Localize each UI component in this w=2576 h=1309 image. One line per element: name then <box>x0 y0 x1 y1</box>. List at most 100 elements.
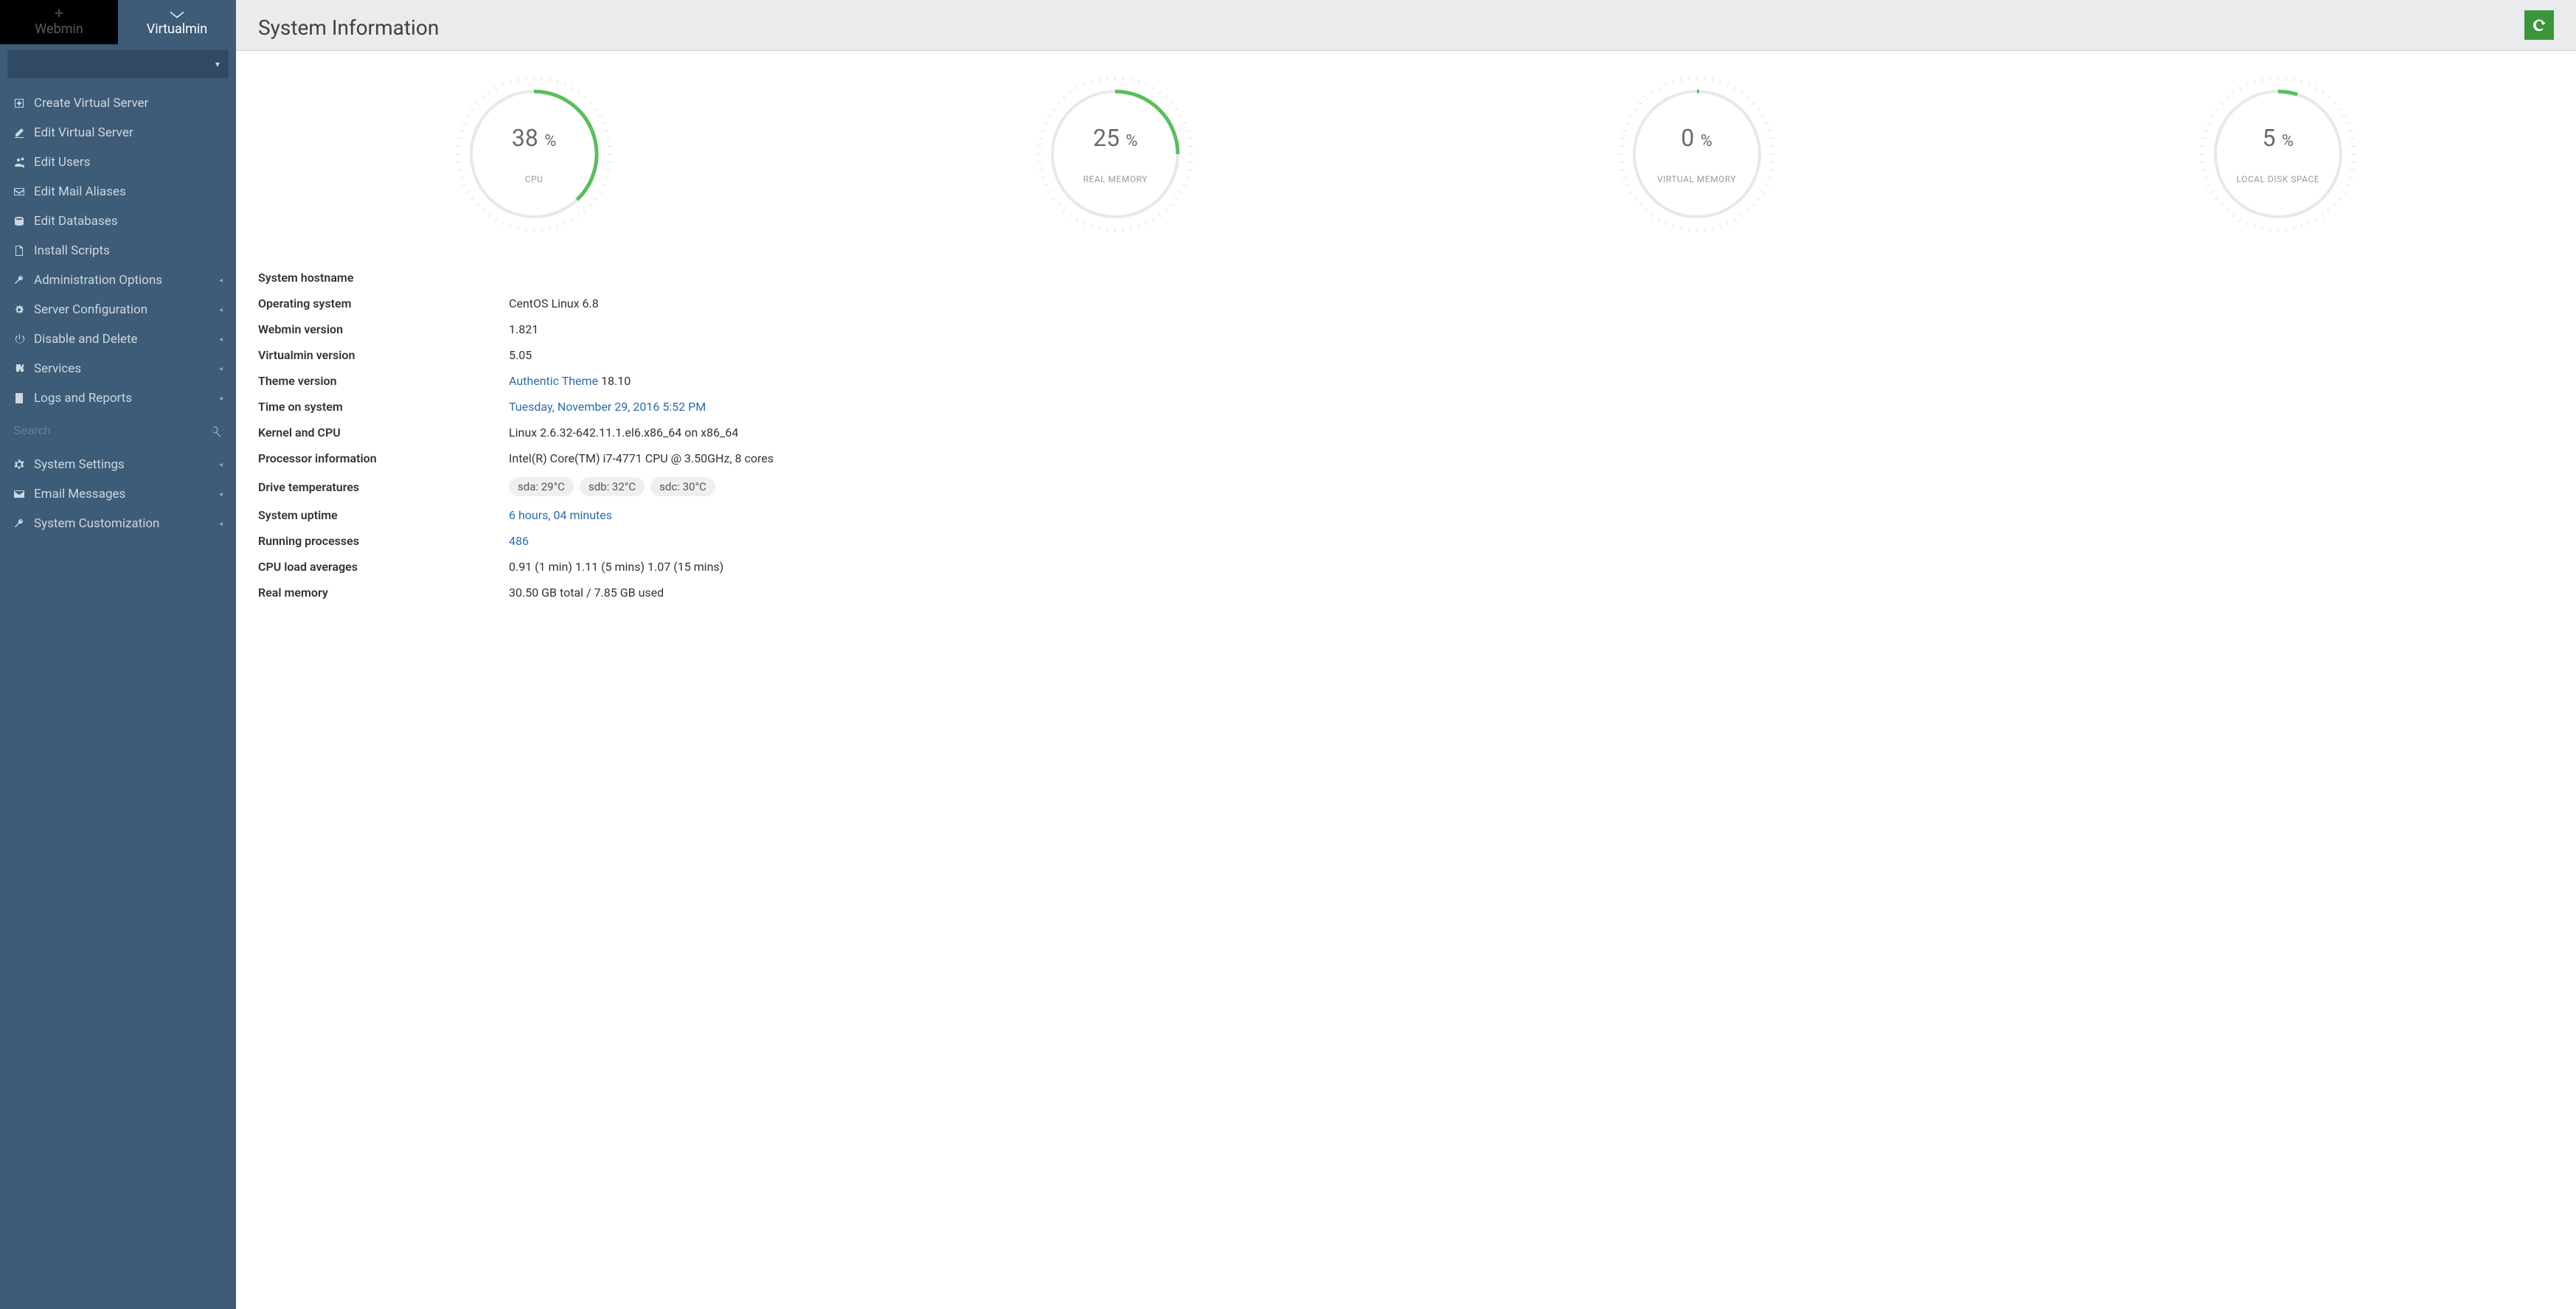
nav-system-settings[interactable]: System Settings ◂ <box>0 450 236 479</box>
label-uptime: System uptime <box>258 508 509 522</box>
wrench-icon <box>13 274 25 286</box>
nav-administration-options[interactable]: Administration Options ◂ <box>0 265 236 295</box>
value-drives: sda: 29°C sdb: 32°C sdc: 30°C <box>509 477 721 496</box>
server-dropdown[interactable] <box>7 50 229 78</box>
label-kernel: Kernel and CPU <box>258 426 509 440</box>
search-box <box>0 417 236 445</box>
nav-edit-virtual-server[interactable]: Edit Virtual Server <box>0 118 236 147</box>
label-hostname: System hostname <box>258 271 509 285</box>
value-webmin: 1.821 <box>509 322 538 336</box>
nav-edit-users[interactable]: Edit Users <box>0 147 236 177</box>
nav-disable-delete[interactable]: Disable and Delete ◂ <box>0 324 236 354</box>
nav-email-messages[interactable]: Email Messages ◂ <box>0 479 236 509</box>
nav-label: Edit Virtual Server <box>34 125 133 140</box>
nav-label: Create Virtual Server <box>34 96 148 111</box>
nav-system-customization[interactable]: System Customization ◂ <box>0 509 236 538</box>
envelope-icon <box>13 488 25 500</box>
tab-virtualmin[interactable]: Virtualmin <box>118 0 236 44</box>
label-drives: Drive temperatures <box>258 480 509 494</box>
caret-left-icon: ◂ <box>219 520 223 528</box>
drive-temp-badge: sdc: 30°C <box>650 477 715 496</box>
caret-left-icon: ◂ <box>219 461 223 469</box>
drive-temp-badge: sdb: 32°C <box>580 477 645 496</box>
gauge-real-memory: 25 % REAL MEMORY <box>839 73 1391 235</box>
value-mem: 30.50 GB total / 7.85 GB used <box>509 586 664 600</box>
gauge-label: LOCAL DISK SPACE <box>2237 174 2319 184</box>
nav-label: System Settings <box>34 457 125 472</box>
nav-server-configuration[interactable]: Server Configuration ◂ <box>0 295 236 324</box>
gauge-value: 0 % <box>1681 124 1712 152</box>
nav-edit-databases[interactable]: Edit Databases <box>0 206 236 236</box>
value-theme: Authentic Theme 18.10 <box>509 374 631 388</box>
value-cpu: Intel(R) Core(TM) i7-4771 CPU @ 3.50GHz,… <box>509 451 774 465</box>
value-uptime[interactable]: 6 hours, 04 minutes <box>509 508 612 522</box>
nav-label: Services <box>34 361 81 376</box>
nav-logs-reports[interactable]: Logs and Reports ◂ <box>0 383 236 413</box>
nav-label: System Customization <box>34 516 159 531</box>
label-time: Time on system <box>258 400 509 414</box>
topbar: System Information <box>236 0 2576 51</box>
nav-label: Email Messages <box>34 487 125 501</box>
gauge-label: CPU <box>525 174 544 184</box>
label-theme: Theme version <box>258 374 509 388</box>
nav-label: Install Scripts <box>34 243 110 258</box>
gauge-value: 25 % <box>1093 124 1138 152</box>
nav-label: Server Configuration <box>34 302 147 317</box>
refresh-icon <box>2532 18 2546 32</box>
theme-version: 18.10 <box>601 374 631 388</box>
caret-left-icon: ◂ <box>219 395 223 403</box>
nav-label: Administration Options <box>34 273 162 288</box>
cogs-icon <box>13 304 25 316</box>
value-time[interactable]: Tuesday, November 29, 2016 5:52 PM <box>509 400 706 414</box>
plus-square-icon <box>13 97 25 109</box>
search-icon <box>209 425 223 438</box>
document-icon <box>13 392 25 404</box>
info-grid: System hostname Operating systemCentOS L… <box>258 265 1143 605</box>
nav-label: Edit Mail Aliases <box>34 184 126 199</box>
gauge-label: REAL MEMORY <box>1083 174 1148 184</box>
gauge-value: 38 % <box>512 124 557 152</box>
nav-create-virtual-server[interactable]: Create Virtual Server <box>0 88 236 118</box>
gear-icon <box>13 459 25 471</box>
tab-webmin[interactable]: Webmin <box>0 0 118 44</box>
sidebar: Webmin Virtualmin Create Virtual Server … <box>0 0 236 1309</box>
caret-left-icon: ◂ <box>219 336 223 344</box>
tab-bar: Webmin Virtualmin <box>0 0 236 44</box>
users-icon <box>13 156 25 168</box>
value-load: 0.91 (1 min) 1.11 (5 mins) 1.07 (15 mins… <box>509 560 723 574</box>
nav-main: Create Virtual Server Edit Virtual Serve… <box>0 84 236 417</box>
label-mem: Real memory <box>258 586 509 600</box>
nav-install-scripts[interactable]: Install Scripts <box>0 236 236 265</box>
label-os: Operating system <box>258 296 509 310</box>
nav-label: Disable and Delete <box>34 332 138 347</box>
database-icon <box>13 215 25 227</box>
virtualmin-icon <box>169 8 185 20</box>
puzzle-icon <box>13 363 25 375</box>
value-kernel: Linux 2.6.32-642.11.1.el6.x86_64 on x86_… <box>509 426 738 440</box>
nav-services[interactable]: Services ◂ <box>0 354 236 383</box>
gauge-label: VIRTUAL MEMORY <box>1657 174 1736 184</box>
drive-temp-badge: sda: 29°C <box>509 477 574 496</box>
gauge-value: 5 % <box>2263 124 2294 152</box>
caret-left-icon: ◂ <box>219 277 223 285</box>
value-virtualmin: 5.05 <box>509 348 532 362</box>
caret-left-icon: ◂ <box>219 306 223 314</box>
webmin-icon <box>51 8 67 20</box>
edit-icon <box>13 127 25 139</box>
caret-left-icon: ◂ <box>219 490 223 499</box>
content: 38 % CPU 25 % REAL MEMORY 0 % <box>236 51 2576 1309</box>
file-icon <box>13 245 25 257</box>
label-cpu: Processor information <box>258 451 509 465</box>
main-content: System Information 38 % CPU <box>236 0 2576 1309</box>
gauge-local-disk-space: 5 % LOCAL DISK SPACE <box>2002 73 2554 235</box>
search-input[interactable] <box>13 425 209 438</box>
theme-link[interactable]: Authentic Theme <box>509 374 598 388</box>
nav-label: Edit Databases <box>34 214 118 229</box>
label-procs: Running processes <box>258 534 509 548</box>
nav-edit-mail-aliases[interactable]: Edit Mail Aliases <box>0 177 236 206</box>
refresh-button[interactable] <box>2524 10 2554 40</box>
value-procs[interactable]: 486 <box>509 534 529 548</box>
mail-icon <box>13 186 25 198</box>
nav-footer: System Settings ◂ Email Messages ◂ Syste… <box>0 445 236 543</box>
label-load: CPU load averages <box>258 560 509 574</box>
